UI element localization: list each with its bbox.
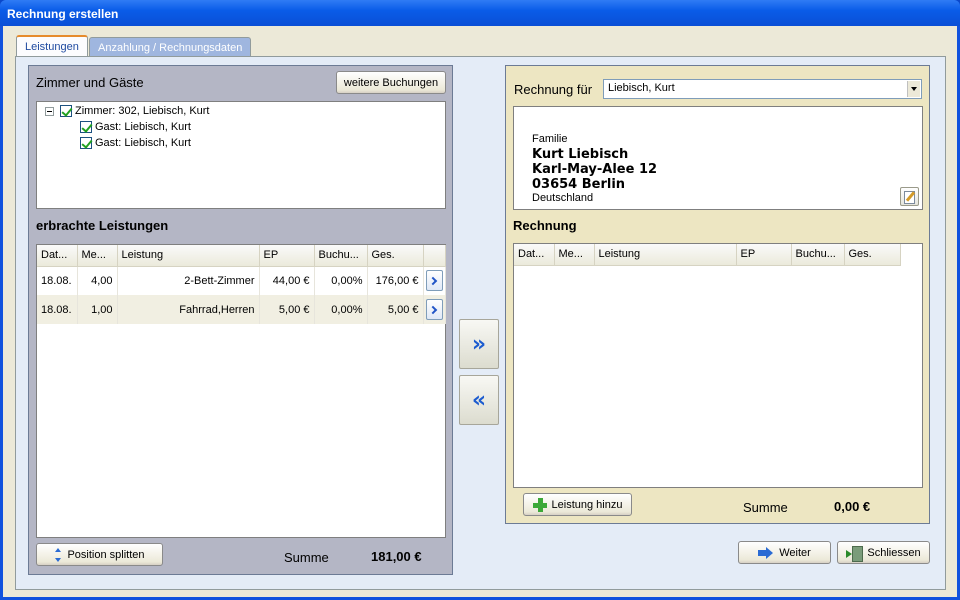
services-label: erbrachte Leistungen: [36, 218, 169, 233]
chevron-right-icon: [428, 305, 438, 314]
column-header-ep[interactable]: EP: [736, 244, 792, 266]
tree-node-guest[interactable]: Gast: Liebisch, Kurt: [80, 135, 191, 151]
rooms-guests-tree[interactable]: Zimmer: 302, Liebisch, Kurt Gast: Liebis…: [36, 101, 446, 209]
tree-node-room[interactable]: Zimmer: 302, Liebisch, Kurt: [45, 103, 210, 119]
dropdown-arrow-icon[interactable]: [907, 81, 920, 97]
move-left-button[interactable]: «: [459, 375, 499, 425]
invoice-for-value: Liebisch, Kurt: [608, 82, 675, 94]
tab-page-leistungen: Zimmer und Gäste weitere Buchungen Zimme…: [15, 56, 946, 590]
room-checkbox[interactable]: [60, 105, 72, 117]
close-button[interactable]: Schliessen: [837, 541, 930, 564]
invoice-label: Rechnung: [513, 218, 577, 233]
add-service-label: Leistung hinzu: [551, 498, 623, 511]
left-panel: Zimmer und Gäste weitere Buchungen Zimme…: [28, 65, 453, 575]
split-arrows-icon: [54, 547, 62, 562]
double-chevron-right-icon: »: [471, 331, 487, 357]
column-header-service[interactable]: Leistung: [594, 244, 737, 266]
cell-total: 176,00 €: [367, 266, 424, 295]
plus-icon: [532, 497, 547, 512]
table-row[interactable]: 18.08. 1,00 Fahrrad,Herren 5,00 € 0,00% …: [37, 295, 446, 324]
address-name: Kurt Liebisch: [532, 147, 629, 162]
cell-total: 5,00 €: [367, 295, 424, 324]
edit-address-icon[interactable]: [900, 187, 919, 206]
tree-node-guest-label: Gast: Liebisch, Kurt: [95, 137, 191, 149]
invoice-for-label: Rechnung für: [514, 82, 593, 97]
window-title: Rechnung erstellen: [7, 7, 119, 21]
column-header-booking[interactable]: Buchu...: [791, 244, 845, 266]
address-box: Familie Kurt Liebisch Karl-May-Alee 12 0…: [513, 106, 923, 210]
address-city: 03654 Berlin: [532, 177, 626, 192]
cell-action: [423, 295, 446, 324]
column-header-booking[interactable]: Buchu...: [314, 245, 368, 267]
cell-date: 18.08.: [37, 266, 78, 295]
move-row-button[interactable]: [425, 270, 443, 292]
tree-node-guest[interactable]: Gast: Liebisch, Kurt: [80, 119, 191, 135]
address-country: Deutschland: [532, 192, 594, 204]
column-header-action: [423, 245, 446, 267]
table-row[interactable]: 18.08. 4,00 2-Bett-Zimmer 44,00 € 0,00% …: [37, 266, 446, 295]
address-salutation: Familie: [532, 133, 568, 145]
column-header-total[interactable]: Ges.: [367, 245, 424, 267]
column-header-date[interactable]: Dat...: [514, 244, 555, 266]
address-street: Karl-May-Alee 12: [532, 162, 658, 177]
more-bookings-button[interactable]: weitere Buchungen: [336, 71, 446, 94]
guest-checkbox[interactable]: [80, 137, 92, 149]
next-button-label: Weiter: [779, 546, 811, 559]
grid-header: Dat... Me... Leistung EP Buchu... Ges.: [514, 244, 901, 266]
tree-node-room-label: Zimmer: 302, Liebisch, Kurt: [75, 105, 210, 117]
window-titlebar[interactable]: Rechnung erstellen: [0, 0, 960, 26]
rooms-guests-label: Zimmer und Gäste: [36, 75, 144, 90]
app-window: Rechnung erstellen Anzahlung / Rechnungs…: [0, 0, 960, 600]
invoice-grid[interactable]: Dat... Me... Leistung EP Buchu... Ges.: [513, 243, 923, 488]
move-right-button[interactable]: »: [459, 319, 499, 369]
more-bookings-label: weitere Buchungen: [343, 76, 439, 89]
add-service-button[interactable]: Leistung hinzu: [523, 493, 632, 516]
cell-qty: 4,00: [77, 266, 118, 295]
split-position-button[interactable]: Position splitten: [36, 543, 163, 566]
guest-checkbox[interactable]: [80, 121, 92, 133]
column-header-date[interactable]: Dat...: [37, 245, 78, 267]
cell-ep: 5,00 €: [259, 295, 315, 324]
column-header-ep[interactable]: EP: [259, 245, 315, 267]
invoice-sum-value: 0,00 €: [834, 499, 871, 514]
exit-door-icon: [846, 545, 864, 562]
column-header-total[interactable]: Ges.: [844, 244, 901, 266]
right-panel: Rechnung für Liebisch, Kurt Familie Kurt…: [505, 65, 930, 524]
column-header-qty[interactable]: Me...: [554, 244, 595, 266]
move-row-button[interactable]: [425, 299, 443, 320]
next-button[interactable]: Weiter: [738, 541, 831, 564]
split-position-label: Position splitten: [67, 548, 145, 561]
sum-label: Summe: [284, 550, 329, 565]
chevron-right-icon: [428, 276, 438, 285]
cell-booking: 0,00%: [314, 266, 368, 295]
invoice-for-select[interactable]: Liebisch, Kurt: [603, 79, 922, 99]
invoice-sum-label: Summe: [743, 500, 788, 515]
arrow-right-icon: [758, 546, 774, 559]
services-grid[interactable]: Dat... Me... Leistung EP Buchu... Ges. 1…: [36, 244, 446, 538]
double-chevron-left-icon: «: [471, 387, 487, 413]
collapse-icon[interactable]: [45, 106, 54, 116]
grid-header: Dat... Me... Leistung EP Buchu... Ges.: [37, 245, 446, 267]
column-header-qty[interactable]: Me...: [77, 245, 118, 267]
cell-ep: 44,00 €: [259, 266, 315, 295]
cell-date: 18.08.: [37, 295, 78, 324]
cell-service: Fahrrad,Herren: [117, 295, 260, 324]
sum-value: 181,00 €: [371, 549, 422, 564]
column-header-service[interactable]: Leistung: [117, 245, 260, 267]
cell-service: 2-Bett-Zimmer: [117, 266, 260, 295]
close-button-label: Schliessen: [867, 546, 921, 559]
cell-booking: 0,00%: [314, 295, 368, 324]
window-client-area: Anzahlung / Rechnungsdaten Leistungen Zi…: [3, 26, 957, 597]
tree-node-guest-label: Gast: Liebisch, Kurt: [95, 121, 191, 133]
cell-qty: 1,00: [77, 295, 118, 324]
tab-leistungen[interactable]: Leistungen: [16, 35, 88, 58]
tab-rechnungsdaten[interactable]: Anzahlung / Rechnungsdaten: [89, 37, 252, 58]
cell-action: [423, 266, 446, 295]
